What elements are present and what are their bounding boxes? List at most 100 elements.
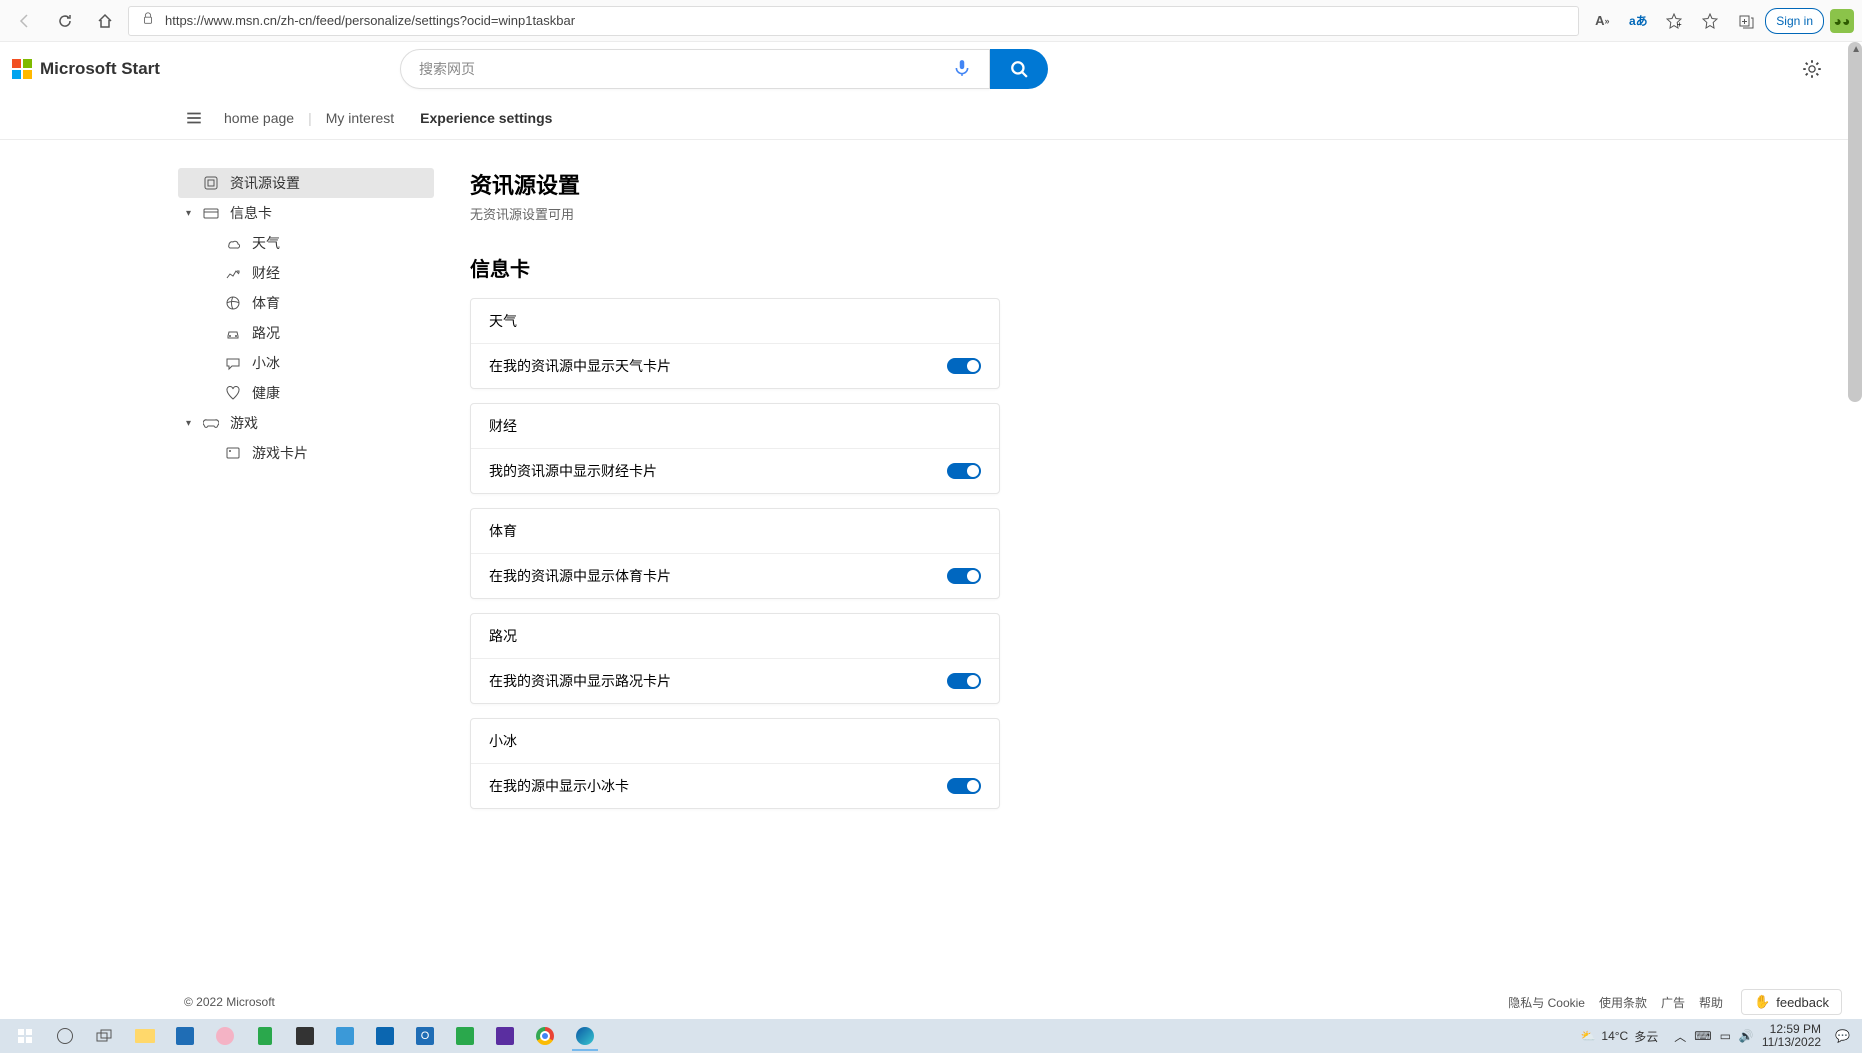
xiaobing-toggle[interactable]: [947, 778, 981, 794]
taskbar-explorer[interactable]: [126, 1021, 164, 1051]
taskbar-app3[interactable]: [326, 1021, 364, 1051]
toggle-label: 在我的资讯源中显示天气卡片: [489, 356, 671, 376]
brand-text: Microsoft Start: [40, 59, 160, 79]
lock-icon: [141, 11, 155, 30]
header-settings-button[interactable]: [1794, 51, 1830, 87]
sidebar-label: 游戏: [230, 413, 258, 433]
traffic-toggle[interactable]: [947, 673, 981, 689]
card-finance: 财经 我的资讯源中显示财经卡片: [470, 403, 1000, 494]
task-view-button[interactable]: [86, 1021, 124, 1051]
sidebar-item-info-card[interactable]: ▾ 信息卡: [178, 198, 434, 228]
taskbar-weather[interactable]: ⛅ 14°C 多云: [1572, 1028, 1666, 1045]
finance-icon: [224, 264, 242, 282]
card-sports: 体育 在我的资讯源中显示体育卡片: [470, 508, 1000, 599]
taskbar-clock[interactable]: 12:59 PM 11/13/2022: [1762, 1023, 1821, 1049]
read-aloud-icon[interactable]: A»: [1585, 4, 1619, 38]
finance-toggle[interactable]: [947, 463, 981, 479]
clock-date: 11/13/2022: [1762, 1036, 1821, 1049]
cortana-button[interactable]: [46, 1021, 84, 1051]
sidebar-item-game-cards[interactable]: 游戏卡片: [178, 438, 434, 468]
feedback-button[interactable]: ✋ feedback: [1741, 989, 1842, 1015]
taskview-icon: [96, 1029, 114, 1043]
footer-ads[interactable]: 广告: [1661, 994, 1685, 1011]
taskbar-app4[interactable]: [366, 1021, 404, 1051]
main-panel: 资讯源设置 无资讯源设置可用 信息卡 天气 在我的资讯源中显示天气卡片 财经 我…: [470, 168, 1000, 985]
tray-chevron-icon[interactable]: ︿: [1674, 1028, 1686, 1045]
action-center-icon[interactable]: 💬: [1835, 1029, 1850, 1043]
scrollbar-thumb[interactable]: [1848, 42, 1862, 402]
card-weather: 天气 在我的资讯源中显示天气卡片: [470, 298, 1000, 389]
tray-volume-icon[interactable]: 🔊: [1739, 1029, 1754, 1043]
home-button[interactable]: [88, 4, 122, 38]
sidebar-item-finance[interactable]: 财经: [178, 258, 434, 288]
refresh-button[interactable]: [48, 4, 82, 38]
weather-cond: 多云: [1634, 1028, 1658, 1045]
nav-home[interactable]: home page: [224, 110, 294, 126]
address-bar[interactable]: https://www.msn.cn/zh-cn/feed/personaliz…: [128, 6, 1579, 36]
sidebar-item-health[interactable]: 健康: [178, 378, 434, 408]
microphone-icon[interactable]: [953, 59, 971, 80]
svg-text:+: +: [1677, 20, 1682, 29]
nav-hamburger-button[interactable]: [178, 102, 210, 134]
search-input[interactable]: 搜索网页: [400, 49, 990, 89]
sidebar-item-weather[interactable]: 天气: [178, 228, 434, 258]
start-button[interactable]: [6, 1021, 44, 1051]
outlook-icon: O: [416, 1027, 434, 1045]
copyright-text: © 2022 Microsoft: [184, 995, 275, 1009]
nav-separator: |: [308, 110, 312, 126]
sports-toggle[interactable]: [947, 568, 981, 584]
scroll-up-arrow-icon[interactable]: ▲: [1851, 44, 1861, 55]
weather-cloud-icon: ⛅: [1580, 1029, 1595, 1043]
sidebar-item-feed-settings[interactable]: 资讯源设置: [178, 168, 434, 198]
profile-avatar[interactable]: ◕◕: [1830, 9, 1854, 33]
weather-toggle[interactable]: [947, 358, 981, 374]
footer-terms[interactable]: 使用条款: [1599, 994, 1647, 1011]
taskbar-app2[interactable]: [246, 1021, 284, 1051]
taskbar-edge[interactable]: [566, 1021, 604, 1051]
sidebar-label: 体育: [252, 293, 280, 313]
brand-logo[interactable]: Microsoft Start: [12, 59, 160, 79]
favorite-star-icon[interactable]: +: [1657, 4, 1691, 38]
microsoft-logo-icon: [12, 59, 32, 79]
taskbar-chrome[interactable]: [526, 1021, 564, 1051]
favorites-icon[interactable]: [1693, 4, 1727, 38]
toggle-label: 在我的源中显示小冰卡: [489, 776, 629, 796]
health-icon: [224, 384, 242, 402]
gear-icon: [1802, 59, 1822, 79]
sidebar-item-traffic[interactable]: 路况: [178, 318, 434, 348]
taskbar-app1[interactable]: [206, 1021, 244, 1051]
taskbar-store[interactable]: [166, 1021, 204, 1051]
windows-taskbar: O ⛅ 14°C 多云 ︿ ⌨ ▭ 🔊 12:59 PM 11/13/2022 …: [0, 1019, 1862, 1053]
taskbar-sticky-notes[interactable]: [286, 1021, 324, 1051]
search-button[interactable]: [990, 49, 1048, 89]
footer-help[interactable]: 帮助: [1699, 994, 1723, 1011]
circle-icon: [57, 1028, 73, 1044]
signin-button[interactable]: Sign in: [1765, 8, 1824, 34]
taskbar-app6[interactable]: [486, 1021, 524, 1051]
sidebar-item-sports[interactable]: 体育: [178, 288, 434, 318]
nav-experience-settings[interactable]: Experience settings: [420, 110, 552, 126]
card-title: 体育: [471, 509, 999, 554]
tray-battery-icon[interactable]: ▭: [1720, 1029, 1731, 1043]
chat-icon: [224, 354, 242, 372]
weather-icon: [224, 234, 242, 252]
app-icon: [496, 1027, 514, 1045]
translate-icon[interactable]: aあ: [1621, 4, 1655, 38]
back-button[interactable]: [8, 4, 42, 38]
sidebar-item-xiaobing[interactable]: 小冰: [178, 348, 434, 378]
collections-icon[interactable]: [1729, 4, 1763, 38]
app-icon: [336, 1027, 354, 1045]
feedback-icon: ✋: [1754, 994, 1770, 1010]
sidebar-item-games[interactable]: ▾ 游戏: [178, 408, 434, 438]
footer-privacy[interactable]: 隐私与 Cookie: [1508, 994, 1585, 1011]
taskbar-app5[interactable]: [446, 1021, 484, 1051]
chrome-icon: [536, 1027, 554, 1045]
system-tray: ⛅ 14°C 多云 ︿ ⌨ ▭ 🔊 12:59 PM 11/13/2022 💬: [1572, 1023, 1856, 1049]
nav-my-interest[interactable]: My interest: [326, 110, 394, 126]
store-icon: [176, 1027, 194, 1045]
tray-ime-icon[interactable]: ⌨: [1694, 1029, 1711, 1043]
sidebar-label: 健康: [252, 383, 280, 403]
page-footer: © 2022 Microsoft 隐私与 Cookie 使用条款 广告 帮助 ✋…: [0, 985, 1862, 1019]
traffic-icon: [224, 324, 242, 342]
taskbar-outlook[interactable]: O: [406, 1021, 444, 1051]
